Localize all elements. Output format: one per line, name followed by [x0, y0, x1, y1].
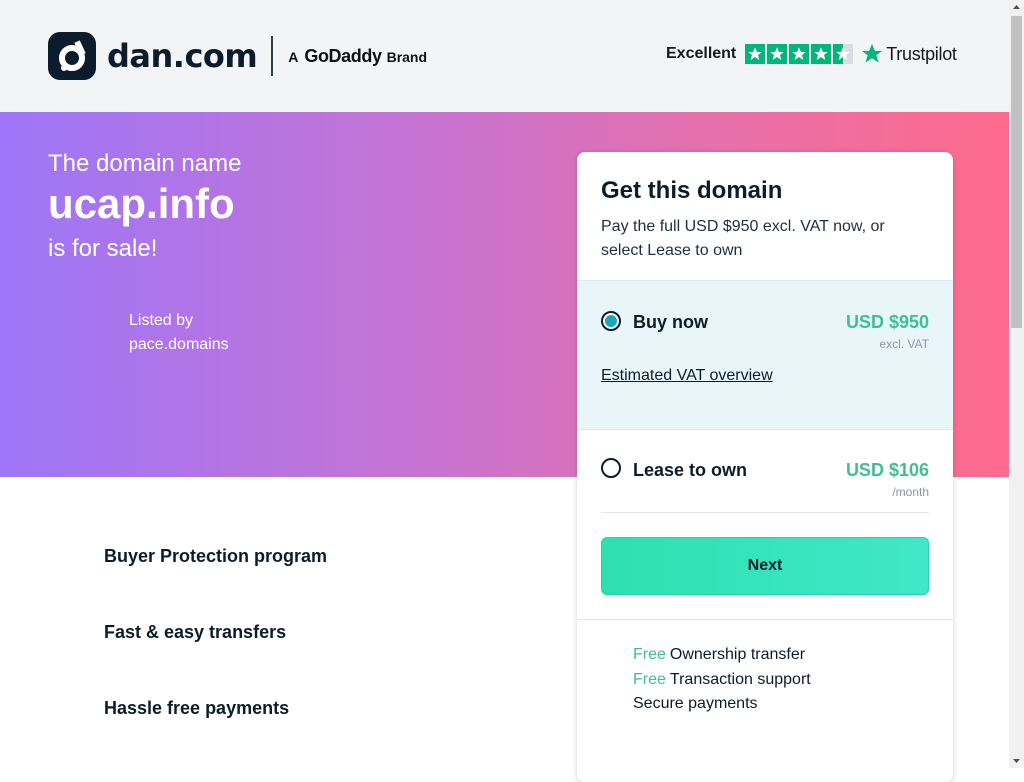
half-star-icon [833, 44, 854, 64]
seller-name[interactable]: pace.domains [129, 333, 229, 357]
listed-by-label: Listed by [129, 312, 194, 329]
buy-now-option[interactable]: Buy now USD $950 excl. VAT Estimated VAT… [577, 280, 953, 430]
feature-fast-transfers: Fast & easy transfers [104, 622, 287, 642]
listed-by: Listed by pace.domains [129, 309, 229, 357]
buy-now-label: Buy now [633, 312, 708, 332]
star-icon [745, 44, 766, 64]
benefit-transaction-support: Free Transaction support [633, 668, 811, 693]
lease-price: USD $106 [845, 460, 929, 480]
buy-now-radio[interactable] [601, 311, 621, 331]
benefit-text: Transaction support [669, 670, 811, 688]
star-icon [767, 44, 788, 64]
benefit-ownership-transfer: Free Ownership transfer [633, 643, 811, 668]
dan-logo-icon [48, 32, 96, 80]
brand-suffix: Brand [386, 48, 428, 65]
logo-divider [271, 36, 274, 76]
trustpilot-widget[interactable]: Excellent Trustpilot [666, 43, 957, 65]
benefit-text: Secure payments [633, 695, 758, 712]
card-subtitle: Pay the full USD $950 excl. VAT now, or … [601, 218, 885, 259]
godaddy-brand: A GoDaddy Brand [288, 46, 427, 67]
next-button[interactable]: Next [601, 537, 929, 595]
benefit-secure-payments: Secure payments [633, 692, 811, 717]
brand-prefix: A [288, 48, 299, 65]
benefits-list: Free Ownership transfer Free Transaction s… [633, 643, 811, 717]
lease-label: Lease to own [633, 460, 748, 480]
free-tag: Free [633, 646, 666, 663]
divider [601, 512, 929, 513]
scrollbar-thumb[interactable] [1011, 16, 1022, 328]
free-tag: Free [633, 670, 666, 688]
scroll-up-arrow-icon[interactable] [1009, 0, 1024, 15]
features-list: Buyer Protection program Fast & easy tra… [104, 546, 327, 774]
dan-logo[interactable]: dan.com A GoDaddy Brand [48, 32, 427, 80]
card-title: Get this domain [601, 177, 783, 204]
purchase-card: Get this domain Pay the full USD $950 ex… [577, 152, 953, 782]
lease-radio[interactable] [601, 458, 621, 478]
star-icon [789, 44, 810, 64]
domain-name: ucap.info [48, 180, 235, 227]
vertical-scrollbar[interactable] [1009, 0, 1024, 768]
divider [577, 619, 953, 620]
site-header: dan.com A GoDaddy Brand Excellent Trustp… [0, 0, 1009, 112]
scroll-down-arrow-icon[interactable] [1009, 753, 1024, 768]
dan-logo-text: dan.com [107, 37, 258, 75]
buy-now-price: USD $950 [845, 312, 929, 332]
benefit-text: Ownership transfer [669, 646, 806, 663]
godaddy-logo-text: GoDaddy [304, 45, 382, 66]
trustpilot-star-icon [861, 43, 883, 63]
trustpilot-rating-label: Excellent [666, 45, 737, 62]
hero-intro: The domain name [48, 150, 242, 177]
feature-buyer-protection: Buyer Protection program [104, 546, 328, 566]
lease-period-note: /month [892, 485, 929, 499]
vat-overview-link[interactable]: Estimated VAT overview [601, 367, 773, 385]
star-icon [811, 44, 832, 64]
feature-hassle-free-payments: Hassle free payments [104, 698, 290, 718]
hero-for-sale: is for sale! [48, 235, 158, 262]
trustpilot-logo-text: Trustpilot [886, 43, 957, 64]
trustpilot-logo: Trustpilot [861, 43, 957, 65]
buy-now-vat-note: excl. VAT [879, 337, 929, 351]
trustpilot-stars [745, 44, 855, 64]
